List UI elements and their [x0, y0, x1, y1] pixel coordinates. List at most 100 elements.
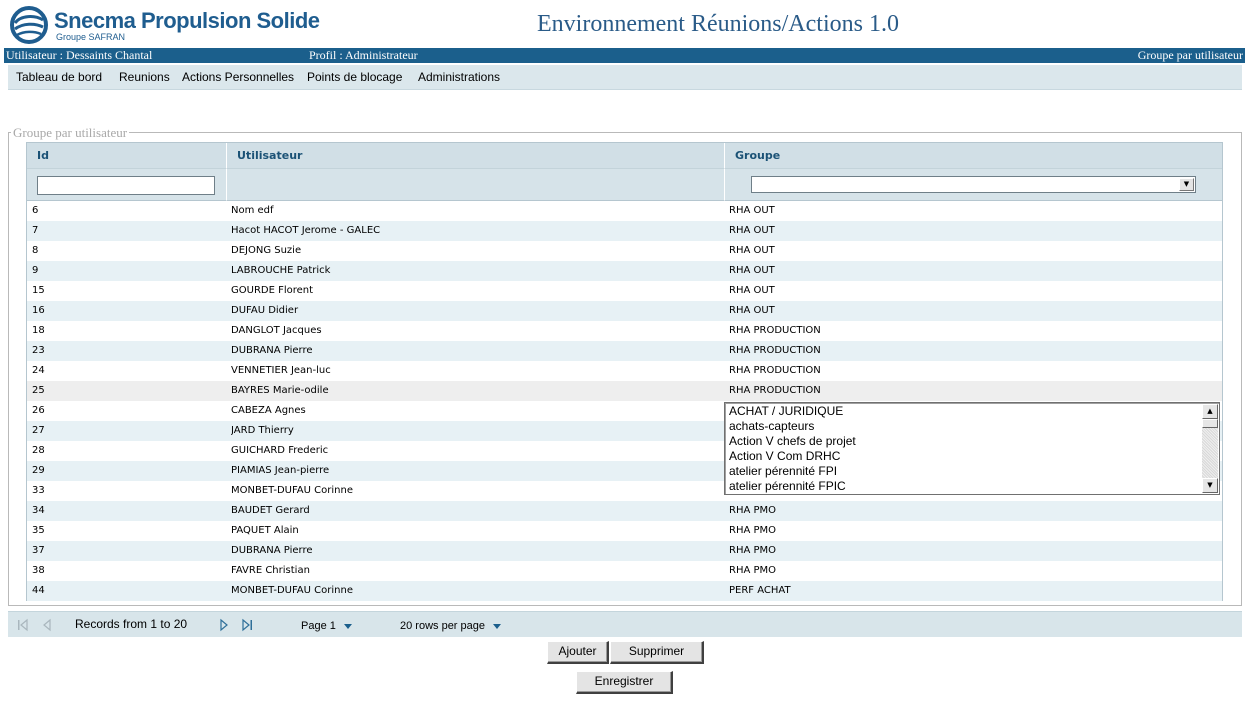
menu-item-tableau-de-bord[interactable]: Tableau de bord — [16, 70, 102, 84]
table-row[interactable]: 15 GOURDE Florent RHA OUT — [27, 281, 1222, 301]
app-title: Environnement Réunions/Actions 1.0 — [537, 11, 899, 37]
filter-cell-utilisateur — [227, 168, 725, 201]
rows-per-page-label: 20 rows per page — [400, 620, 485, 632]
cell-groupe: RHA OUT — [729, 285, 775, 296]
cell-groupe: RHA PRODUCTION — [729, 385, 821, 396]
cell-utilisateur: DUFAU Didier — [231, 305, 299, 316]
table-row[interactable]: 44 MONBET-DUFAU Corinne PERF ACHAT — [27, 581, 1222, 601]
cell-utilisateur: DUBRANA Pierre — [231, 545, 313, 556]
listbox-option[interactable]: Action V chefs de projet — [729, 434, 856, 449]
cell-id: 37 — [32, 545, 45, 556]
cell-utilisateur: DANGLOT Jacques — [231, 325, 322, 336]
main-menu: Tableau de bord Reunions Actions Personn… — [8, 65, 1242, 90]
scrollbar-thumb[interactable] — [1202, 419, 1218, 428]
table-row[interactable]: 34 BAUDET Gerard RHA PMO — [27, 501, 1222, 521]
table-row[interactable]: 9 LABROUCHE Patrick RHA OUT — [27, 261, 1222, 281]
cell-id: 25 — [32, 385, 45, 396]
cell-id: 29 — [32, 465, 45, 476]
cell-groupe: RHA PMO — [729, 525, 777, 536]
scroll-up-arrow-icon[interactable]: ▲ — [1202, 404, 1218, 419]
id-filter-input[interactable] — [37, 176, 215, 195]
last-page-icon[interactable] — [240, 618, 254, 632]
cell-groupe: PERF ACHAT — [729, 585, 791, 596]
column-header-utilisateur[interactable]: Utilisateur — [227, 143, 725, 168]
menu-item-reunions[interactable]: Reunions — [119, 70, 170, 84]
page-selector-label: Page 1 — [301, 620, 336, 632]
cell-groupe: RHA PRODUCTION — [729, 365, 821, 376]
cell-id: 15 — [32, 285, 45, 296]
table-row[interactable]: 18 DANGLOT Jacques RHA PRODUCTION — [27, 321, 1222, 341]
cell-id: 28 — [32, 445, 45, 456]
cell-utilisateur: CABEZA Agnes — [231, 405, 306, 416]
cell-utilisateur: FAVRE Christian — [231, 565, 310, 576]
records-range: Records from 1 to 20 — [75, 617, 188, 631]
cell-utilisateur: PIAMIAS Jean-pierre — [231, 465, 330, 476]
listbox-option[interactable]: Action V Com DRHC — [729, 449, 840, 464]
prev-page-icon[interactable] — [40, 618, 54, 632]
cell-groupe: RHA OUT — [729, 265, 775, 276]
page-selector[interactable]: Page 1 — [301, 620, 352, 632]
cell-utilisateur: MONBET-DUFAU Corinne — [231, 585, 353, 596]
cell-groupe: RHA PMO — [729, 565, 777, 576]
listbox-option[interactable]: atelier pérennité FPI — [729, 464, 837, 479]
cell-id: 24 — [32, 365, 45, 376]
table-row[interactable]: 25 BAYRES Marie-odile RHA PRODUCTION — [27, 381, 1222, 401]
next-page-icon[interactable] — [217, 618, 231, 632]
table-row[interactable]: 38 FAVRE Christian RHA PMO — [27, 561, 1222, 581]
first-page-icon[interactable] — [16, 618, 30, 632]
table-row[interactable]: 7 Hacot HACOT Jerome - GALEC RHA OUT — [27, 221, 1222, 241]
groupe-filter-select[interactable]: ▼ — [751, 176, 1196, 193]
cell-utilisateur: LABROUCHE Patrick — [231, 265, 331, 276]
table-row[interactable]: 35 PAQUET Alain RHA PMO — [27, 521, 1222, 541]
cell-groupe: RHA OUT — [729, 305, 775, 316]
fieldset-legend: Groupe par utilisateur — [11, 125, 130, 141]
cell-utilisateur: DEJONG Suzie — [231, 245, 302, 256]
cell-id: 7 — [32, 225, 39, 236]
current-page-name: Groupe par utilisateur — [1137, 48, 1243, 62]
caret-down-icon — [343, 623, 352, 629]
cell-utilisateur: MONBET-DUFAU Corinne — [231, 485, 353, 496]
grid-body: 6 Nom edf RHA OUT 7 Hacot HACOT Jerome - GAL… — [27, 201, 1222, 601]
table-row[interactable]: 16 DUFAU Didier RHA OUT — [27, 301, 1222, 321]
table-row[interactable]: 24 VENNETIER Jean-luc RHA PRODUCTION — [27, 361, 1222, 381]
column-header-id[interactable]: Id — [27, 143, 227, 168]
snecma-logo-icon — [10, 6, 48, 44]
cell-id: 26 — [32, 405, 45, 416]
company-subtitle: Groupe SAFRAN — [56, 32, 126, 42]
dropdown-arrow-icon[interactable]: ▼ — [1179, 178, 1194, 191]
cell-id: 6 — [32, 205, 39, 216]
table-row[interactable]: 37 DUBRANA Pierre RHA PMO — [27, 541, 1222, 561]
listbox-option[interactable]: achats-capteurs — [729, 419, 814, 434]
company-name: Snecma Propulsion Solide — [54, 8, 320, 33]
table-row[interactable]: 8 DEJONG Suzie RHA OUT — [27, 241, 1222, 261]
table-row[interactable]: 23 DUBRANA Pierre RHA PRODUCTION — [27, 341, 1222, 361]
listbox-option[interactable]: ACHAT / JURIDIQUE — [729, 404, 843, 419]
cell-id: 33 — [32, 485, 45, 496]
table-row[interactable]: 6 Nom edf RHA OUT — [27, 201, 1222, 221]
menu-item-administrations[interactable]: Administrations — [418, 70, 500, 84]
menu-item-actions-personnelles[interactable]: Actions Personnelles — [182, 70, 294, 84]
cell-groupe: RHA OUT — [729, 225, 775, 236]
column-header-groupe[interactable]: Groupe — [725, 143, 1222, 168]
cell-id: 16 — [32, 305, 45, 316]
cell-id: 35 — [32, 525, 45, 536]
listbox-scrollbar[interactable]: ▲ ▼ — [1202, 404, 1218, 493]
menu-item-points-de-blocage[interactable]: Points de blocage — [307, 70, 402, 84]
cell-utilisateur: GUICHARD Frederic — [231, 445, 329, 456]
scroll-down-arrow-icon[interactable]: ▼ — [1202, 478, 1218, 493]
add-button[interactable]: Ajouter — [547, 641, 609, 664]
cell-id: 8 — [32, 245, 39, 256]
cell-groupe: RHA PMO — [729, 545, 777, 556]
cell-groupe: RHA PRODUCTION — [729, 325, 821, 336]
delete-button[interactable]: Supprimer — [610, 641, 704, 664]
listbox-option[interactable]: atelier pérennité FPIC — [729, 479, 846, 494]
user-info-bar: Utilisateur : Dessaints Chantal Profil :… — [4, 48, 1245, 63]
filter-cell-id — [27, 168, 227, 201]
group-options-listbox[interactable]: ACHAT / JURIDIQUE achats-capteurs Action… — [724, 402, 1220, 495]
cell-utilisateur: VENNETIER Jean-luc — [231, 365, 331, 376]
save-button[interactable]: Enregistrer — [576, 671, 673, 694]
users-groups-grid: Id Utilisateur Groupe ▼ 6 Nom edf RHA OUT 7… — [26, 142, 1223, 601]
company-logo: Snecma Propulsion Solide Groupe SAFRAN — [9, 6, 320, 44]
rows-per-page-selector[interactable]: 20 rows per page — [400, 620, 501, 632]
cell-utilisateur: PAQUET Alain — [231, 525, 299, 536]
